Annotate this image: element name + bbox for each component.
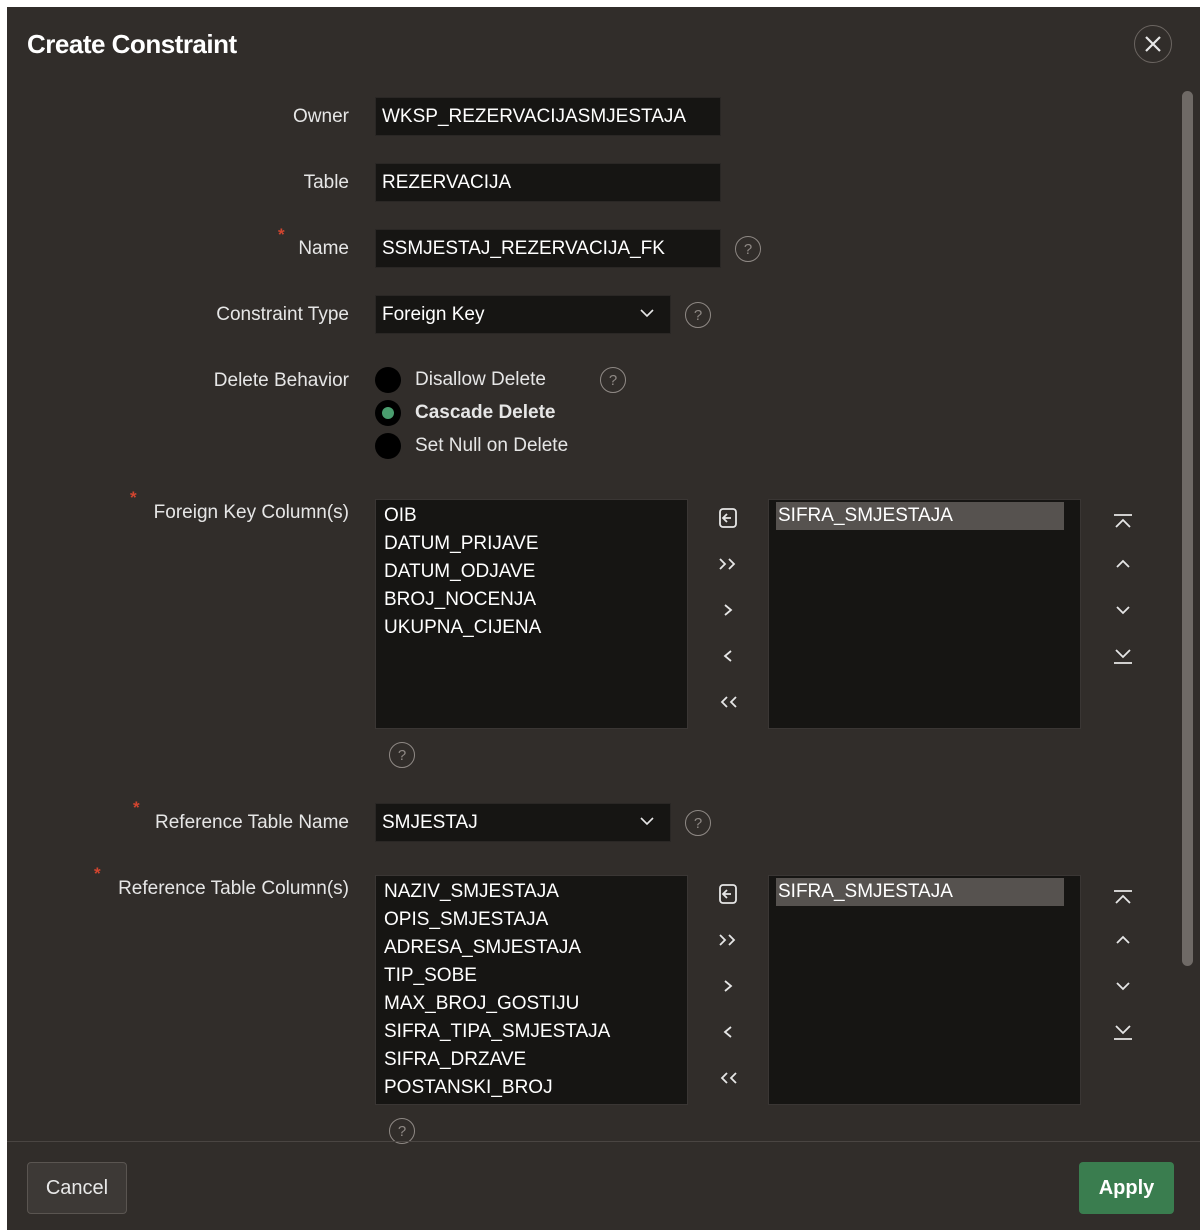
- reset-icon: [719, 508, 737, 528]
- reset-icon: [719, 884, 737, 904]
- move-top-icon: [1114, 890, 1132, 904]
- apply-button[interactable]: Apply: [1079, 1162, 1174, 1214]
- reset-button[interactable]: [713, 877, 743, 911]
- move-icon: [724, 604, 733, 616]
- remove-button[interactable]: [713, 639, 743, 673]
- close-icon: [1145, 36, 1161, 52]
- list-item[interactable]: ADRESA_SMJESTAJA: [384, 934, 687, 962]
- list-item[interactable]: TIP_SOBE: [384, 962, 687, 990]
- list-item-selected[interactable]: SIFRA_SMJESTAJA: [776, 878, 1064, 906]
- help-icon[interactable]: ?: [685, 302, 711, 328]
- scrollbar[interactable]: [1182, 91, 1193, 966]
- fk-available-list[interactable]: OIB DATUM_PRIJAVE DATUM_ODJAVE BROJ_NOCE…: [375, 499, 688, 729]
- help-icon[interactable]: ?: [685, 810, 711, 836]
- name-label: Name: [298, 238, 349, 259]
- reset-button[interactable]: [713, 501, 743, 535]
- ref-table-select[interactable]: SMJESTAJ: [375, 803, 671, 842]
- list-item[interactable]: UKUPNA_CIJENA: [384, 614, 687, 642]
- dialog-title: Create Constraint: [27, 29, 237, 59]
- required-marker: *: [133, 798, 140, 817]
- remove-all-button[interactable]: [713, 685, 743, 719]
- radio-button-selected[interactable]: [375, 400, 401, 426]
- remove-icon: [723, 650, 732, 662]
- list-item[interactable]: SIFRA_TIPA_SMJESTAJA: [384, 1018, 687, 1046]
- required-marker: *: [94, 864, 101, 883]
- remove-button[interactable]: [713, 1015, 743, 1049]
- move-bottom-button[interactable]: [1108, 1015, 1138, 1049]
- list-item[interactable]: OIB: [384, 502, 687, 530]
- move-up-icon: [1116, 559, 1130, 568]
- move-down-button[interactable]: [1108, 969, 1138, 1003]
- radio-button[interactable]: [375, 433, 401, 459]
- close-button[interactable]: [1134, 25, 1172, 63]
- move-up-button[interactable]: [1108, 547, 1138, 581]
- constraint-type-value: Foreign Key: [382, 303, 485, 325]
- move-all-button[interactable]: [713, 923, 743, 957]
- owner-label: Owner: [293, 106, 349, 127]
- table-label: Table: [303, 172, 349, 193]
- radio-set-null-on-delete[interactable]: Set Null on Delete: [375, 431, 568, 461]
- list-item[interactable]: OPIS_SMJESTAJA: [384, 906, 687, 934]
- list-item[interactable]: DATUM_PRIJAVE: [384, 530, 687, 558]
- radio-button[interactable]: [375, 367, 401, 393]
- chevron-down-icon: [640, 817, 654, 826]
- move-down-button[interactable]: [1108, 593, 1138, 627]
- fk-columns-label: Foreign Key Column(s): [153, 502, 349, 523]
- move-down-icon: [1116, 982, 1130, 991]
- table-field: REZERVACIJA: [375, 163, 721, 202]
- radio-label: Cascade Delete: [415, 402, 556, 423]
- fk-selected-list[interactable]: SIFRA_SMJESTAJA: [768, 499, 1081, 729]
- move-icon: [724, 980, 733, 992]
- radio-label: Disallow Delete: [415, 369, 546, 390]
- constraint-type-label: Constraint Type: [216, 304, 349, 325]
- move-up-icon: [1116, 935, 1130, 944]
- move-top-icon: [1114, 514, 1132, 528]
- list-item[interactable]: MAX_BROJ_GOSTIJU: [384, 990, 687, 1018]
- constraint-type-select[interactable]: Foreign Key: [375, 295, 671, 334]
- move-bottom-button[interactable]: [1108, 639, 1138, 673]
- radio-label: Set Null on Delete: [415, 435, 569, 456]
- required-marker: *: [278, 225, 285, 244]
- help-icon[interactable]: ?: [389, 742, 415, 768]
- move-bottom-icon: [1114, 649, 1132, 664]
- move-button[interactable]: [713, 969, 743, 1003]
- move-all-button[interactable]: [713, 547, 743, 581]
- move-all-icon: [719, 558, 736, 570]
- cancel-button[interactable]: Cancel: [27, 1162, 127, 1214]
- ref-available-list[interactable]: NAZIV_SMJESTAJA OPIS_SMJESTAJA ADRESA_SM…: [375, 875, 688, 1105]
- move-top-button[interactable]: [1108, 881, 1138, 915]
- remove-all-icon: [720, 1072, 737, 1084]
- move-button[interactable]: [713, 593, 743, 627]
- ref-columns-label: Reference Table Column(s): [118, 878, 349, 899]
- remove-all-button[interactable]: [713, 1061, 743, 1095]
- move-up-button[interactable]: [1108, 923, 1138, 957]
- list-item[interactable]: BROJ_NOCENJA: [384, 586, 687, 614]
- move-down-icon: [1116, 606, 1130, 615]
- ref-selected-list[interactable]: SIFRA_SMJESTAJA: [768, 875, 1081, 1105]
- chevron-down-icon: [640, 309, 654, 318]
- help-icon[interactable]: ?: [735, 236, 761, 262]
- create-constraint-dialog: Create Constraint Owner WKSP_REZERVACIJA…: [7, 7, 1200, 1230]
- required-marker: *: [130, 488, 137, 507]
- ref-table-value: SMJESTAJ: [382, 811, 478, 833]
- list-item[interactable]: DATUM_ODJAVE: [384, 558, 687, 586]
- owner-field: WKSP_REZERVACIJASMJESTAJA: [375, 97, 721, 136]
- move-bottom-icon: [1114, 1025, 1132, 1040]
- list-item[interactable]: NAZIV_SMJESTAJA: [384, 878, 687, 906]
- name-input[interactable]: SSMJESTAJ_REZERVACIJA_FK: [375, 229, 721, 268]
- ref-table-label: Reference Table Name: [155, 812, 349, 833]
- list-item[interactable]: SIFRA_DRZAVE: [384, 1046, 687, 1074]
- move-top-button[interactable]: [1108, 505, 1138, 539]
- footer-divider: [7, 1141, 1200, 1142]
- radio-cascade-delete[interactable]: Cascade Delete: [375, 398, 555, 428]
- move-all-icon: [719, 934, 736, 946]
- list-item[interactable]: POSTANSKI_BROJ: [384, 1074, 687, 1102]
- help-icon[interactable]: ?: [600, 367, 626, 393]
- list-item-selected[interactable]: SIFRA_SMJESTAJA: [776, 502, 1064, 530]
- remove-icon: [723, 1026, 732, 1038]
- delete-behavior-label: Delete Behavior: [213, 370, 349, 391]
- radio-disallow-delete[interactable]: Disallow Delete: [375, 365, 546, 395]
- remove-all-icon: [720, 696, 737, 708]
